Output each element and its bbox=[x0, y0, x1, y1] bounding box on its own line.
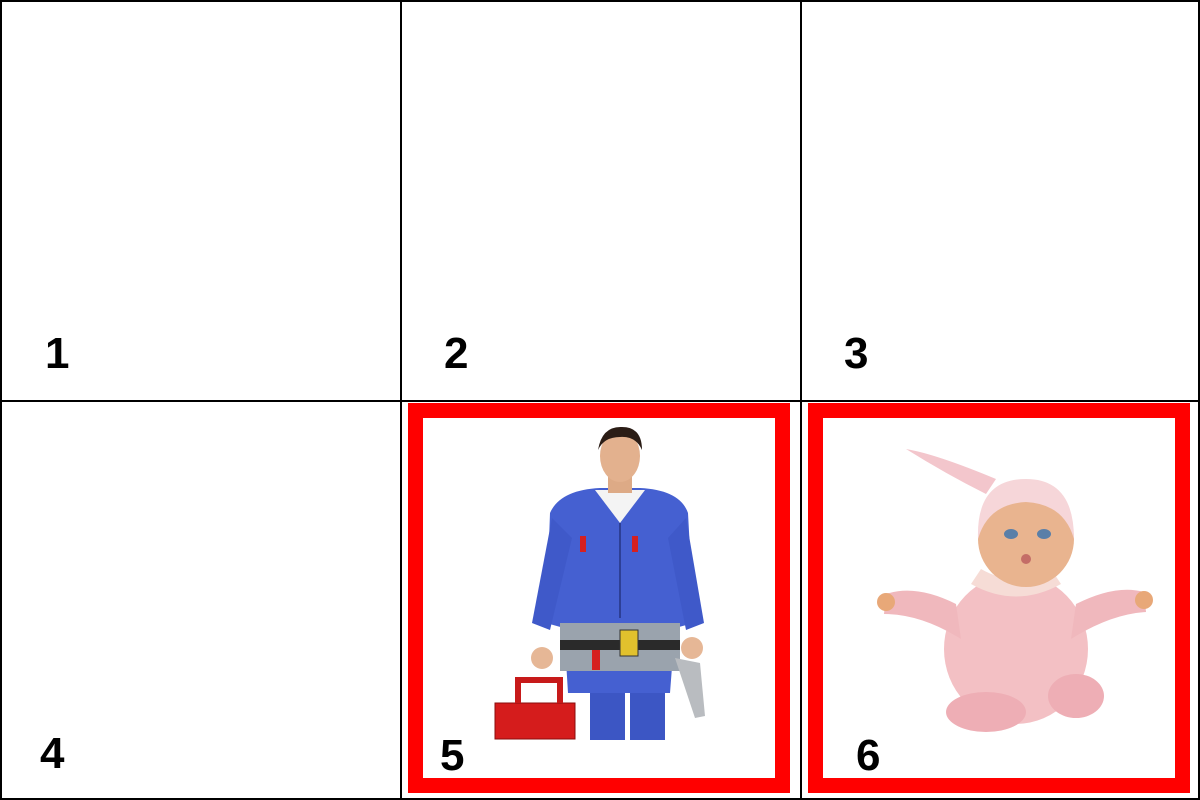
cell-number-3: 3 bbox=[844, 329, 869, 378]
cell-number-2: 2 bbox=[444, 329, 469, 378]
grid-cell-2[interactable]: 2 bbox=[400, 2, 798, 398]
worker-image bbox=[494, 426, 705, 740]
grid-cell-1[interactable]: 1 bbox=[2, 2, 398, 398]
grid-cell-3[interactable]: 3 bbox=[800, 2, 1198, 398]
grid-cell-5[interactable]: 5 bbox=[400, 400, 798, 796]
cell-number-6: 6 bbox=[856, 731, 881, 780]
cell-number-1: 1 bbox=[45, 329, 70, 378]
baby-doll-image bbox=[877, 449, 1153, 732]
cell-number-4: 4 bbox=[40, 729, 65, 778]
grid-cell-6[interactable]: 6 bbox=[800, 400, 1198, 796]
cell-number-5: 5 bbox=[440, 731, 465, 780]
grid-cell-4[interactable]: 4 bbox=[2, 400, 398, 796]
